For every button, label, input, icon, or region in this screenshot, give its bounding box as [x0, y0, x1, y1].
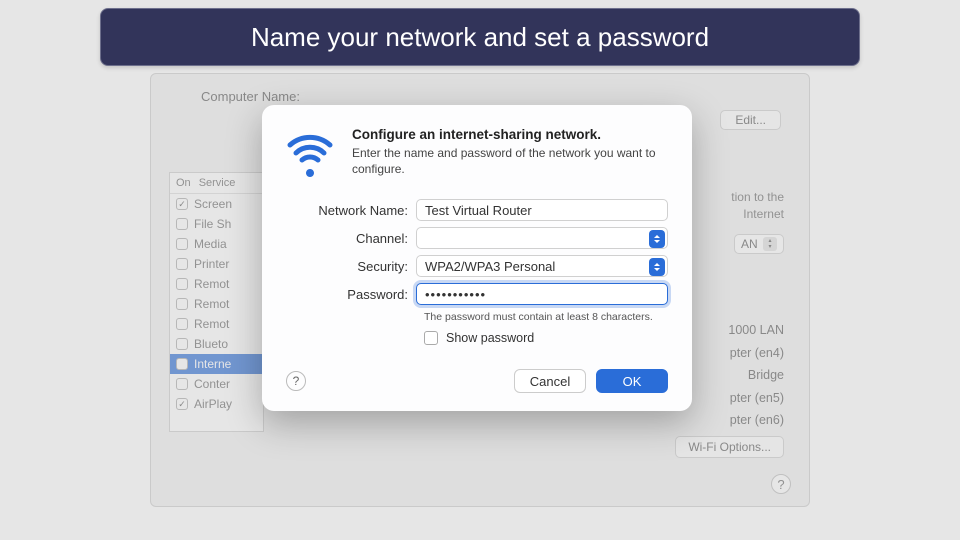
- service-checkbox[interactable]: [176, 218, 188, 230]
- service-checkbox[interactable]: [176, 398, 188, 410]
- dialog-help-button[interactable]: ?: [286, 371, 306, 391]
- password-input[interactable]: •••••••••••: [416, 283, 668, 305]
- password-hint: The password must contain at least 8 cha…: [424, 311, 668, 323]
- service-row[interactable]: Interne: [170, 354, 263, 374]
- service-label: Screen: [194, 197, 232, 211]
- instruction-banner: Name your network and set a password: [100, 8, 860, 66]
- dialog-subtitle: Enter the name and password of the netwo…: [352, 146, 668, 177]
- show-password-row[interactable]: Show password: [424, 331, 668, 345]
- port-item: Bridge: [728, 364, 784, 387]
- network-name-input[interactable]: Test Virtual Router: [416, 199, 668, 221]
- edit-button[interactable]: Edit...: [720, 110, 781, 130]
- services-header: On Service: [170, 173, 263, 194]
- service-row[interactable]: Blueto: [170, 334, 263, 354]
- port-item: pter (en6): [728, 409, 784, 432]
- help-button[interactable]: ?: [771, 474, 791, 494]
- channel-label: Channel:: [286, 231, 416, 246]
- service-row[interactable]: Conter: [170, 374, 263, 394]
- stepper-icon: [649, 258, 665, 276]
- wifi-icon: [286, 129, 334, 177]
- service-row[interactable]: AirPlay: [170, 394, 263, 414]
- services-list: On Service Screen File Sh Media Printer Remo…: [169, 172, 264, 432]
- port-item: pter (en4): [728, 342, 784, 365]
- service-row[interactable]: Remot: [170, 314, 263, 334]
- port-item: pter (en5): [728, 387, 784, 410]
- service-checkbox[interactable]: [176, 258, 188, 270]
- service-label: Conter: [194, 377, 230, 391]
- dialog-title: Configure an internet-sharing network.: [352, 127, 668, 142]
- port-item: 1000 LAN: [728, 319, 784, 342]
- service-checkbox[interactable]: [176, 198, 188, 210]
- computer-name-row: Computer Name:: [201, 86, 520, 106]
- service-label: Remot: [194, 297, 229, 311]
- service-row[interactable]: Printer: [170, 254, 263, 274]
- ports-list: 1000 LANpter (en4)Bridgepter (en5)pter (…: [728, 319, 784, 432]
- right-info: tion to the Internet: [731, 189, 784, 223]
- computer-name-input[interactable]: [310, 86, 520, 106]
- service-label: Media: [194, 237, 227, 251]
- wifi-options-button[interactable]: Wi-Fi Options...: [675, 436, 784, 458]
- computer-name-label: Computer Name:: [201, 89, 300, 104]
- service-row[interactable]: Remot: [170, 294, 263, 314]
- service-label: Interne: [194, 357, 231, 371]
- service-row[interactable]: Screen: [170, 194, 263, 214]
- service-checkbox[interactable]: [176, 358, 188, 370]
- stepper-icon: ▴▾: [763, 237, 777, 251]
- service-label: AirPlay: [194, 397, 232, 411]
- service-label: Remot: [194, 317, 229, 331]
- show-password-checkbox[interactable]: [424, 331, 438, 345]
- service-checkbox[interactable]: [176, 298, 188, 310]
- service-checkbox[interactable]: [176, 378, 188, 390]
- service-label: Remot: [194, 277, 229, 291]
- service-label: Blueto: [194, 337, 228, 351]
- header-on: On: [176, 177, 191, 189]
- ok-button[interactable]: OK: [596, 369, 668, 393]
- security-select[interactable]: WPA2/WPA3 Personal: [416, 255, 668, 277]
- internet-sharing-dialog: Configure an internet-sharing network. E…: [262, 105, 692, 411]
- service-row[interactable]: File Sh: [170, 214, 263, 234]
- cancel-button[interactable]: Cancel: [514, 369, 586, 393]
- service-checkbox[interactable]: [176, 278, 188, 290]
- service-checkbox[interactable]: [176, 238, 188, 250]
- password-label: Password:: [286, 287, 416, 302]
- service-label: File Sh: [194, 217, 231, 231]
- show-password-label: Show password: [446, 331, 534, 345]
- share-from-select[interactable]: AN ▴▾: [734, 234, 784, 254]
- network-name-label: Network Name:: [286, 203, 416, 218]
- service-row[interactable]: Media: [170, 234, 263, 254]
- service-checkbox[interactable]: [176, 318, 188, 330]
- channel-select[interactable]: [416, 227, 668, 249]
- service-checkbox[interactable]: [176, 338, 188, 350]
- security-label: Security:: [286, 259, 416, 274]
- service-row[interactable]: Remot: [170, 274, 263, 294]
- stepper-icon: [649, 230, 665, 248]
- header-service: Service: [199, 177, 236, 189]
- service-label: Printer: [194, 257, 229, 271]
